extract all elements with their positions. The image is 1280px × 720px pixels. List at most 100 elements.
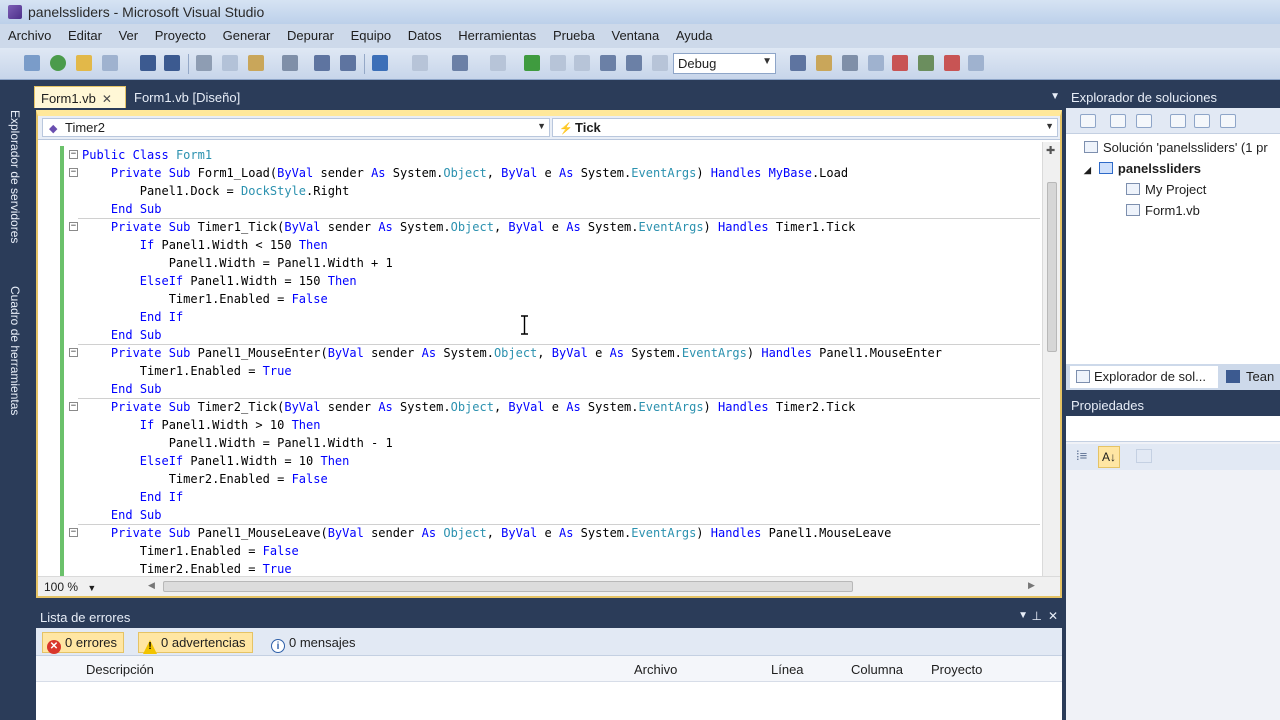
undo-icon[interactable] bbox=[372, 55, 388, 71]
column-archivo[interactable]: Archivo bbox=[634, 662, 677, 677]
scroll-right-icon[interactable]: ▶ bbox=[1028, 580, 1035, 591]
errors-filter-button[interactable]: ✕ 0 errores bbox=[42, 632, 125, 654]
menu-proyecto[interactable]: Proyecto bbox=[155, 28, 206, 43]
server-explorer-tab[interactable]: Explorador de servidores bbox=[8, 110, 22, 243]
paste-icon[interactable] bbox=[248, 55, 264, 71]
show-all-files-icon[interactable] bbox=[1110, 114, 1126, 128]
method-name-select[interactable]: ⚡ Tick ▼ bbox=[552, 118, 1058, 137]
open-folder-icon[interactable] bbox=[76, 55, 92, 71]
redo-icon[interactable] bbox=[412, 55, 428, 71]
tab-team-explorer[interactable]: Tean bbox=[1222, 366, 1274, 388]
collapse-region-icon[interactable]: − bbox=[69, 222, 78, 231]
split-icon[interactable]: ✚ bbox=[1046, 144, 1055, 157]
window-layout-icon[interactable] bbox=[968, 55, 984, 71]
menu-depurar[interactable]: Depurar bbox=[287, 28, 334, 43]
vertical-scrollbar[interactable]: ✚ bbox=[1042, 142, 1060, 576]
pin-icon[interactable]: ⊥ bbox=[1032, 609, 1042, 623]
close-icon[interactable]: ✕ bbox=[1048, 609, 1058, 623]
scroll-thumb[interactable] bbox=[1047, 182, 1057, 352]
column-columna[interactable]: Columna bbox=[851, 662, 903, 677]
messages-filter-button[interactable]: i0 mensajes bbox=[266, 632, 362, 653]
menu-ventana[interactable]: Ventana bbox=[611, 28, 659, 43]
toolbox-tab[interactable]: Cuadro de herramientas bbox=[8, 286, 22, 415]
categorized-icon[interactable]: ⁞≡ bbox=[1076, 448, 1087, 463]
toolbox-icon[interactable] bbox=[892, 55, 908, 71]
properties-window-icon[interactable] bbox=[842, 55, 858, 71]
menu-equipo[interactable]: Equipo bbox=[351, 28, 391, 43]
class-diagram-icon[interactable] bbox=[1220, 114, 1236, 128]
code-line: End Sub bbox=[110, 202, 162, 216]
object-select[interactable] bbox=[1066, 416, 1280, 442]
menu-datos[interactable]: Datos bbox=[408, 28, 442, 43]
scroll-left-icon[interactable]: ◀ bbox=[148, 580, 155, 591]
collapse-region-icon[interactable]: − bbox=[69, 528, 78, 537]
warnings-filter-button[interactable]: ! 0 advertencias bbox=[138, 632, 253, 654]
solution-configuration-select[interactable]: Debug ▼ bbox=[673, 53, 776, 74]
column-proyecto[interactable]: Proyecto bbox=[931, 662, 982, 677]
collapse-region-icon[interactable]: − bbox=[69, 348, 78, 357]
collapse-region-icon[interactable]: − bbox=[69, 402, 78, 411]
menu-herramientas[interactable]: Herramientas bbox=[458, 28, 536, 43]
collapse-region-icon[interactable]: − bbox=[69, 150, 78, 159]
cut-icon[interactable] bbox=[196, 55, 212, 71]
class-name-select[interactable]: ◆ Timer2 ▼ bbox=[42, 118, 550, 137]
warning-icon: ! bbox=[143, 640, 157, 654]
refresh-icon[interactable] bbox=[1136, 114, 1152, 128]
column-linea[interactable]: Línea bbox=[771, 662, 804, 677]
horizontal-scrollbar[interactable]: 100 % ▼ ◀ ▶ bbox=[38, 576, 1060, 596]
copy-icon[interactable] bbox=[222, 55, 238, 71]
column-descripcion[interactable]: Descripción bbox=[86, 662, 154, 677]
stop-icon[interactable] bbox=[574, 55, 590, 71]
pause-icon[interactable] bbox=[550, 55, 566, 71]
menu-ver[interactable]: Ver bbox=[119, 28, 139, 43]
code-text-area[interactable]: − Public Class Form1− Private Sub Form1_L… bbox=[38, 142, 1042, 576]
tab-form1-design[interactable]: Form1.vb [Diseño] bbox=[128, 86, 258, 108]
menu-prueba[interactable]: Prueba bbox=[553, 28, 595, 43]
solution-explorer-panel: Explorador de soluciones Solución 'panel… bbox=[1066, 86, 1280, 390]
tree-solution[interactable]: Solución 'panelssliders' (1 pr bbox=[1084, 140, 1268, 155]
save-icon[interactable] bbox=[140, 55, 156, 71]
start-page-icon[interactable] bbox=[944, 55, 960, 71]
scroll-thumb[interactable] bbox=[163, 581, 853, 592]
tab-overflow-icon[interactable]: ▼ bbox=[1050, 91, 1060, 102]
collapse-icon[interactable]: ◢ bbox=[1084, 165, 1091, 175]
menu-ayuda[interactable]: Ayuda bbox=[676, 28, 713, 43]
open-file-icon[interactable] bbox=[102, 55, 118, 71]
alphabetical-icon[interactable]: A↓ bbox=[1098, 446, 1120, 468]
tab-form1-vb[interactable]: Form1.vb ✕ bbox=[34, 86, 126, 108]
uncomment-icon[interactable] bbox=[340, 55, 356, 71]
code-line: ElseIf Panel1.Width = 10 Then bbox=[139, 454, 350, 468]
view-designer-icon[interactable] bbox=[1194, 114, 1210, 128]
find-icon[interactable] bbox=[282, 55, 298, 71]
indent-icon[interactable] bbox=[626, 55, 642, 71]
menu-archivo[interactable]: Archivo bbox=[8, 28, 51, 43]
collapse-region-icon[interactable]: − bbox=[69, 168, 78, 177]
properties-panel: Propiedades ⁞≡ A↓ bbox=[1066, 394, 1280, 720]
comment-icon[interactable] bbox=[314, 55, 330, 71]
find-in-files-icon[interactable] bbox=[790, 55, 806, 71]
menu-generar[interactable]: Generar bbox=[223, 28, 271, 43]
tab-solution-explorer[interactable]: Explorador de sol... bbox=[1070, 366, 1218, 388]
new-project-icon[interactable] bbox=[24, 55, 40, 71]
property-pages-icon[interactable] bbox=[1136, 449, 1152, 463]
extension-manager-icon[interactable] bbox=[918, 55, 934, 71]
tree-my-project[interactable]: My Project bbox=[1126, 182, 1206, 197]
outdent-icon[interactable] bbox=[600, 55, 616, 71]
start-debugging-icon[interactable] bbox=[524, 55, 540, 71]
solution-explorer-icon[interactable] bbox=[816, 55, 832, 71]
save-all-icon[interactable] bbox=[164, 55, 180, 71]
error-list-filters: ✕ 0 errores ! 0 advertencias i0 mensajes bbox=[36, 628, 1062, 656]
zoom-level[interactable]: 100 % ▼ bbox=[44, 580, 96, 594]
close-icon[interactable]: ✕ bbox=[102, 92, 112, 106]
properties-icon[interactable] bbox=[1080, 114, 1096, 128]
add-item-icon[interactable] bbox=[50, 55, 66, 71]
tree-form1-vb[interactable]: Form1.vb bbox=[1126, 203, 1200, 218]
view-code-icon[interactable] bbox=[1170, 114, 1186, 128]
navigate-back-icon[interactable] bbox=[452, 55, 468, 71]
tree-project[interactable]: ◢ panelssliders bbox=[1084, 161, 1201, 176]
menu-editar[interactable]: Editar bbox=[68, 28, 102, 43]
object-browser-icon[interactable] bbox=[868, 55, 884, 71]
navigate-forward-icon[interactable] bbox=[490, 55, 506, 71]
window-position-icon[interactable]: ▼ bbox=[1018, 610, 1028, 621]
bookmark-icon[interactable] bbox=[652, 55, 668, 71]
